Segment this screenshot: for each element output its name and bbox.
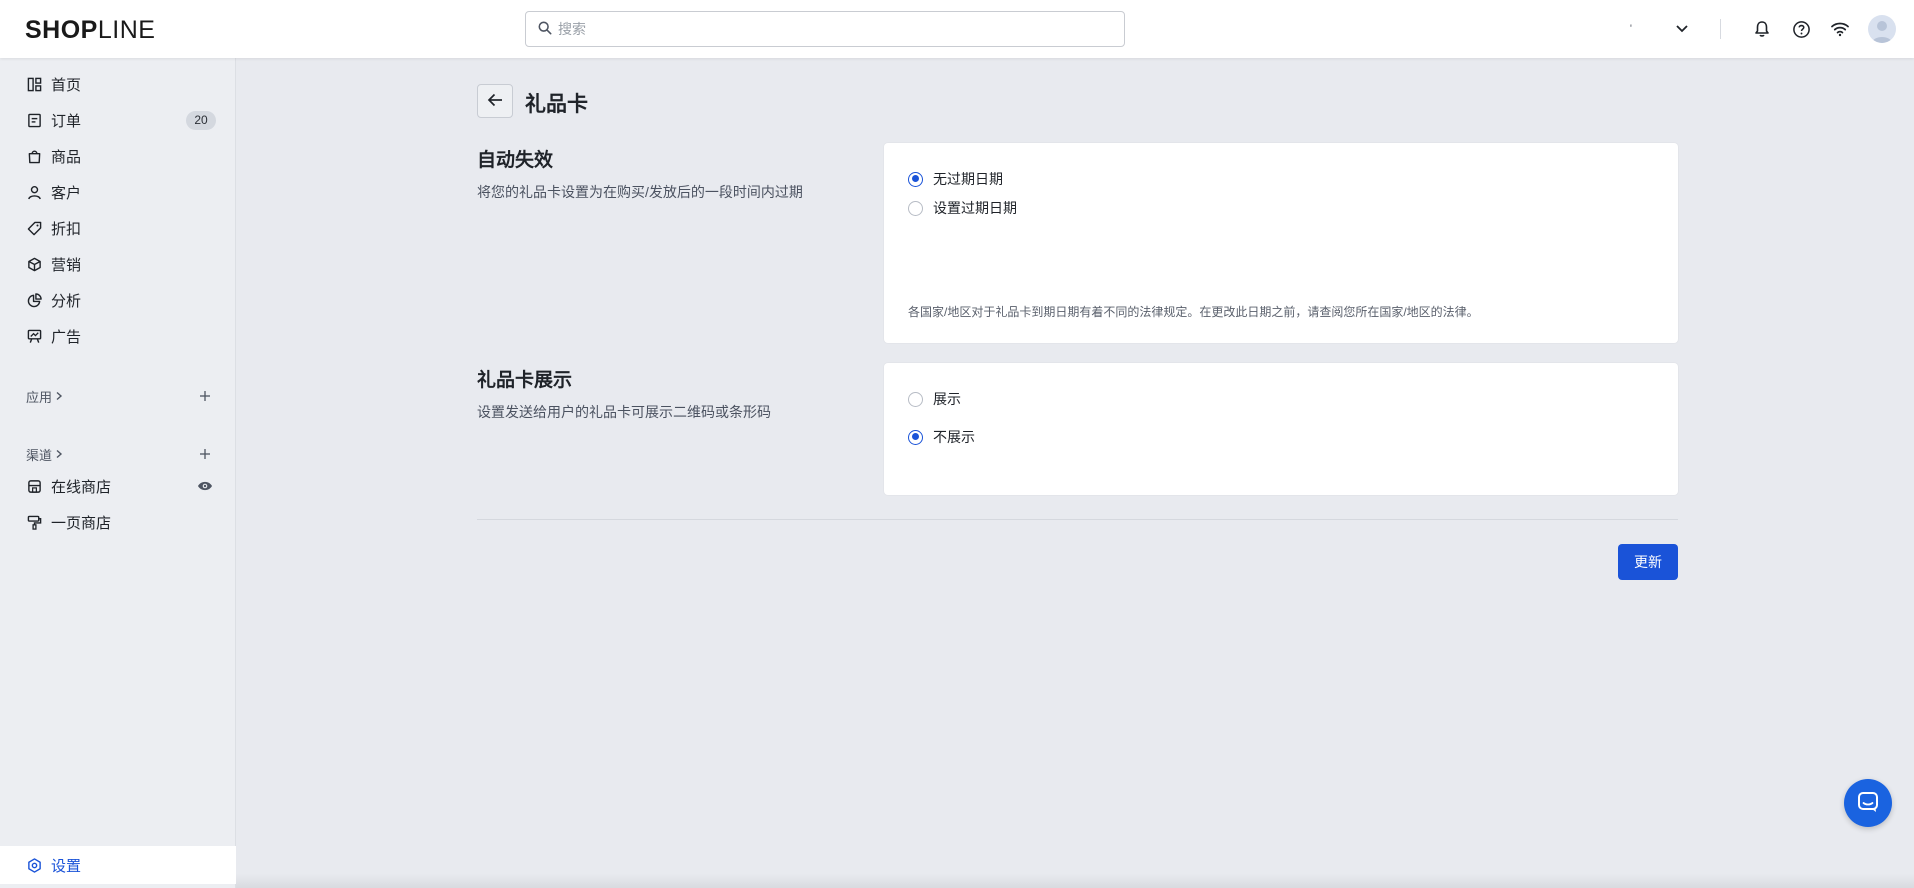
- bag-icon: [26, 148, 42, 164]
- sidebar-item-label: 分析: [51, 292, 82, 310]
- paint-roller-icon: [26, 514, 42, 530]
- sidebar-item-one-page-store[interactable]: 一页商店: [0, 504, 236, 540]
- sidebar-item-customers[interactable]: 客户: [0, 174, 236, 210]
- sidebar-item-label: 商品: [51, 148, 82, 166]
- show-code-radio[interactable]: [908, 391, 923, 407]
- sidebar-item-settings[interactable]: 设置: [0, 846, 236, 884]
- gear-icon: [26, 857, 42, 873]
- chevron-right-icon: [55, 389, 63, 404]
- sidebar-item-label: 营销: [51, 256, 82, 274]
- store-switcher-chevron-down-icon[interactable]: [1666, 13, 1698, 45]
- store-icon: [26, 478, 42, 494]
- apps-section-header[interactable]: 应用: [26, 386, 226, 406]
- sidebar-item-label: 折扣: [51, 220, 82, 238]
- add-app-plus-icon[interactable]: [197, 388, 213, 404]
- hide-code-radio-option[interactable]: 不展示: [908, 427, 975, 447]
- top-divider: [1720, 19, 1721, 39]
- sidebar-item-home[interactable]: 首页: [0, 66, 236, 102]
- search-input[interactable]: [558, 21, 1098, 37]
- section-divider: [477, 519, 1678, 520]
- search-icon: [538, 21, 552, 38]
- avatar[interactable]: [1868, 15, 1896, 43]
- auto-expire-description: 将您的礼品卡设置为在购买/发放后的一段时间内过期: [477, 184, 803, 200]
- add-channel-plus-icon[interactable]: [197, 446, 213, 462]
- sidebar-item-orders[interactable]: 订单 20: [0, 102, 236, 138]
- auto-expire-card: 无过期日期 设置过期日期 各国家/地区对于礼品卡到期日期有着不同的法律规定。在更…: [884, 143, 1678, 343]
- radio-label: 设置过期日期: [933, 200, 1017, 216]
- bell-icon[interactable]: [1746, 13, 1778, 45]
- pie-chart-icon: [26, 292, 42, 308]
- ad-board-icon: [26, 328, 42, 344]
- sidebar-item-label: 广告: [51, 328, 82, 346]
- chat-icon: [1856, 790, 1880, 817]
- display-card: 展示 不展示: [884, 363, 1678, 495]
- set-expiry-radio[interactable]: [908, 200, 923, 216]
- display-description: 设置发送给用户的礼品卡可展示二维码或条形码: [477, 404, 771, 420]
- update-button[interactable]: 更新: [1618, 544, 1678, 580]
- sidebar-item-discounts[interactable]: 折扣: [0, 210, 236, 246]
- logo-text-line: LINE: [97, 16, 156, 44]
- chat-support-button[interactable]: [1844, 779, 1892, 827]
- wifi-icon[interactable]: [1824, 13, 1856, 45]
- display-title: 礼品卡展示: [477, 370, 573, 391]
- top-bar: SHOPLINE ': [0, 0, 1914, 58]
- shopline-logo[interactable]: SHOP LINE: [25, 16, 155, 45]
- show-code-radio-option[interactable]: 展示: [908, 389, 961, 409]
- cube-icon: [26, 256, 42, 272]
- bottom-shadow: [236, 874, 1914, 888]
- radio-label: 展示: [933, 391, 961, 407]
- set-expiry-radio-option[interactable]: 设置过期日期: [908, 198, 1017, 218]
- hide-code-radio[interactable]: [908, 429, 923, 445]
- sidebar-item-label: 在线商店: [51, 478, 112, 496]
- sidebar-item-label: 订单: [51, 112, 82, 130]
- sidebar-item-products[interactable]: 商品: [0, 138, 236, 174]
- channels-section-header[interactable]: 渠道: [26, 444, 226, 464]
- no-expiry-radio[interactable]: [908, 171, 923, 187]
- sidebar-item-online-store[interactable]: 在线商店: [0, 468, 236, 504]
- channels-section-label: 渠道: [26, 447, 53, 463]
- sidebar: 首页 订单 20 商品 客户 折扣 营销 分析 广告 应用 渠道 在线商店 一页…: [0, 58, 236, 888]
- sidebar-item-label: 一页商店: [51, 514, 112, 532]
- auto-expire-title: 自动失效: [477, 150, 554, 171]
- help-icon[interactable]: [1785, 13, 1817, 45]
- sidebar-item-marketing[interactable]: 营销: [0, 246, 236, 282]
- chevron-right-icon: [55, 447, 63, 462]
- radio-label: 不展示: [933, 429, 975, 445]
- eye-icon[interactable]: [196, 478, 214, 494]
- page-title: 礼品卡: [525, 93, 588, 116]
- search-box[interactable]: [525, 11, 1125, 47]
- sidebar-item-label: 客户: [51, 184, 82, 202]
- store-name[interactable]: ': [1630, 23, 1632, 35]
- order-icon: [26, 112, 42, 128]
- person-icon: [26, 184, 42, 200]
- arrow-left-icon: [487, 93, 503, 110]
- expiry-legal-note: 各国家/地区对于礼品卡到期日期有着不同的法律规定。在更改此日期之前，请查阅您所在…: [908, 305, 1479, 319]
- back-button[interactable]: [477, 84, 513, 118]
- home-grid-icon: [26, 76, 42, 92]
- orders-count-badge: 20: [186, 111, 216, 130]
- apps-section-label: 应用: [26, 389, 53, 405]
- sidebar-item-analytics[interactable]: 分析: [0, 282, 236, 318]
- sidebar-item-ads[interactable]: 广告: [0, 318, 236, 354]
- tag-icon: [26, 220, 42, 236]
- logo-text-shop: SHOP: [25, 16, 98, 44]
- top-right-controls: ': [1630, 13, 1896, 45]
- sidebar-item-label: 首页: [51, 76, 82, 94]
- sidebar-item-label: 设置: [51, 857, 82, 875]
- no-expiry-radio-option[interactable]: 无过期日期: [908, 169, 1003, 189]
- radio-label: 无过期日期: [933, 171, 1003, 187]
